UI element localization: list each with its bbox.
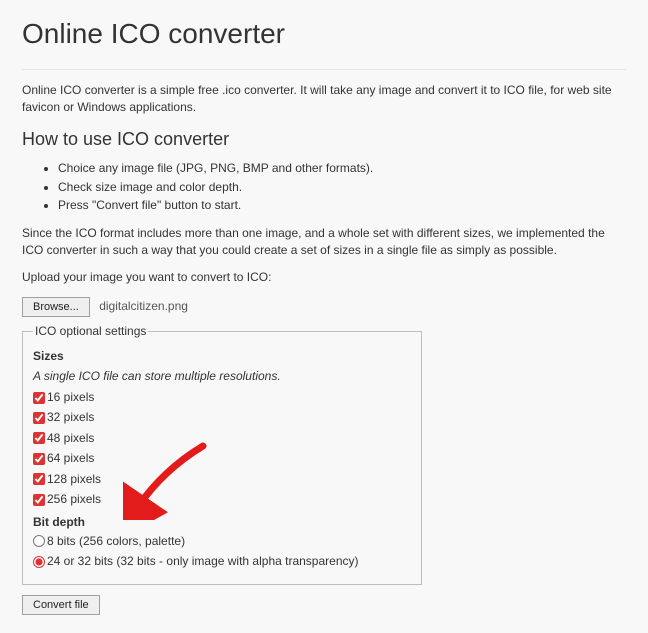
size-label[interactable]: 256 pixels <box>47 491 101 508</box>
upload-label: Upload your image you want to convert to… <box>22 269 626 286</box>
selected-filename: digitalcitizen.png <box>99 299 188 313</box>
size-checkbox-48[interactable] <box>33 432 45 444</box>
size-label[interactable]: 32 pixels <box>47 409 94 426</box>
bitdepth-radio-32[interactable] <box>33 556 45 568</box>
size-checkbox-64[interactable] <box>33 453 45 465</box>
intro-text: Online ICO converter is a simple free .i… <box>22 82 626 117</box>
browse-button[interactable]: Browse... <box>22 297 90 317</box>
bitdepth-title: Bit depth <box>33 514 411 531</box>
page-title: Online ICO converter <box>22 14 626 55</box>
file-input-row: Browse... digitalcitizen.png <box>22 297 626 317</box>
howto-step: Check size image and color depth. <box>58 179 626 196</box>
size-option: 128 pixels <box>33 471 411 488</box>
note-text: Since the ICO format includes more than … <box>22 225 626 260</box>
ico-settings-fieldset: ICO optional settings Sizes A single ICO… <box>22 323 422 585</box>
size-option: 256 pixels <box>33 491 411 508</box>
settings-legend: ICO optional settings <box>33 323 148 340</box>
size-label[interactable]: 128 pixels <box>47 471 101 488</box>
bitdepth-label[interactable]: 8 bits (256 colors, palette) <box>47 533 185 550</box>
size-option: 32 pixels <box>33 409 411 426</box>
bitdepth-radio-8[interactable] <box>33 535 45 547</box>
howto-step: Choice any image file (JPG, PNG, BMP and… <box>58 160 626 177</box>
divider <box>22 69 626 70</box>
convert-button[interactable]: Convert file <box>22 595 100 615</box>
bitdepth-label[interactable]: 24 or 32 bits (32 bits - only image with… <box>47 553 359 570</box>
size-option: 64 pixels <box>33 450 411 467</box>
howto-steps: Choice any image file (JPG, PNG, BMP and… <box>22 160 626 214</box>
size-checkbox-32[interactable] <box>33 412 45 424</box>
howto-heading: How to use ICO converter <box>22 126 626 152</box>
size-checkbox-256[interactable] <box>33 494 45 506</box>
sizes-subtitle: A single ICO file can store multiple res… <box>33 368 411 385</box>
size-label[interactable]: 16 pixels <box>47 389 94 406</box>
sizes-title: Sizes <box>33 348 411 365</box>
size-checkbox-16[interactable] <box>33 392 45 404</box>
size-option: 48 pixels <box>33 430 411 447</box>
bitdepth-option: 24 or 32 bits (32 bits - only image with… <box>33 553 411 570</box>
size-label[interactable]: 48 pixels <box>47 430 94 447</box>
size-checkbox-128[interactable] <box>33 473 45 485</box>
bitdepth-option: 8 bits (256 colors, palette) <box>33 533 411 550</box>
size-label[interactable]: 64 pixels <box>47 450 94 467</box>
howto-step: Press "Convert file" button to start. <box>58 197 626 214</box>
size-option: 16 pixels <box>33 389 411 406</box>
